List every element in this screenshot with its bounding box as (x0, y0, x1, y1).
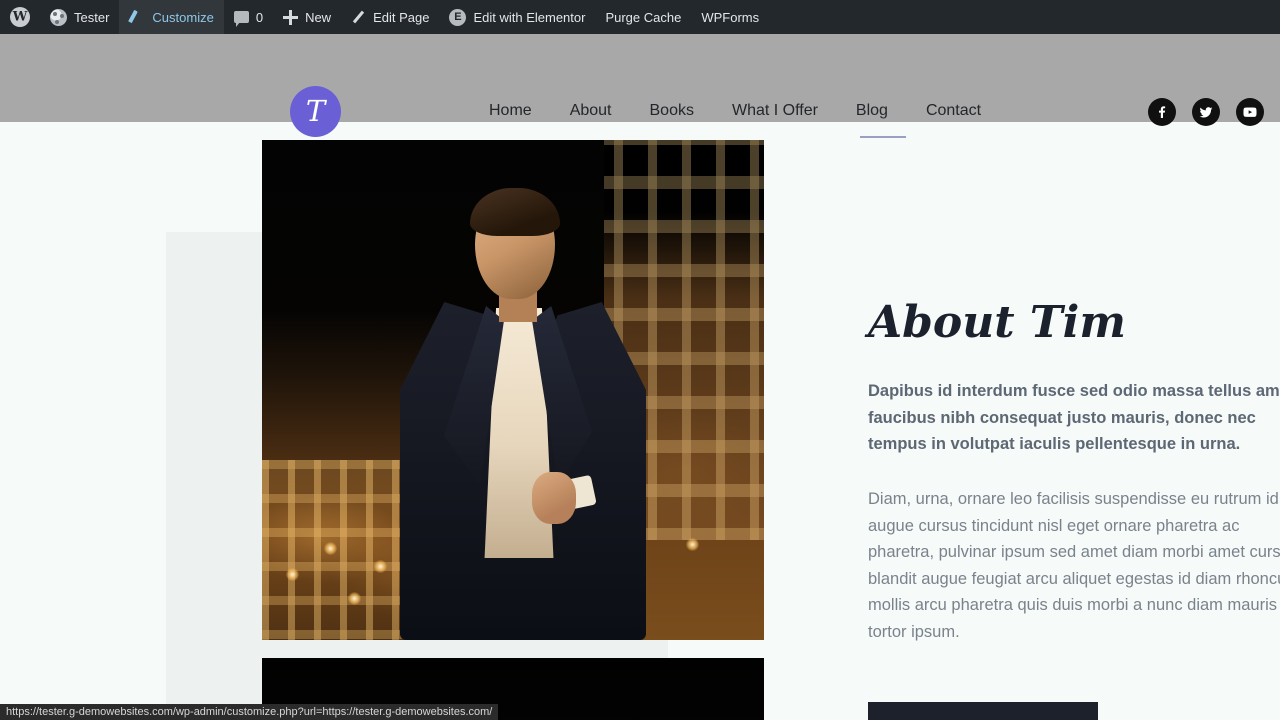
adminbar-site-name-label: Tester (74, 9, 110, 25)
elementor-icon (449, 8, 467, 26)
street-lamp-icon (286, 568, 299, 581)
body-paragraph: Diam, urna, ornare leo facilisis suspend… (868, 490, 1280, 641)
adminbar-item-new[interactable]: New (273, 0, 341, 34)
adminbar-purge-cache-label: Purge Cache (605, 9, 682, 25)
site-icon (50, 8, 67, 26)
street-lamp-icon (324, 542, 337, 555)
social-links (1148, 98, 1264, 126)
nav-item-books[interactable]: Books (631, 96, 713, 126)
main-navigation: Home About Books What I Offer Blog Conta… (470, 96, 1000, 126)
section-divider (860, 136, 906, 138)
wordpress-icon (10, 7, 30, 27)
browser-status-bar: https://tester.g-demowebsites.com/wp-adm… (0, 704, 499, 720)
person-figure (382, 180, 667, 640)
site-header: T Home About Books What I Offer Blog Con… (0, 34, 1280, 137)
site-logo[interactable]: T (290, 86, 341, 137)
adminbar-item-purge-cache[interactable]: Purge Cache (595, 0, 691, 34)
cta-button[interactable] (868, 702, 1098, 720)
twitter-icon[interactable] (1192, 98, 1220, 126)
pencil-icon (351, 10, 366, 25)
street-lamp-icon (348, 592, 361, 605)
adminbar-customize-label: Customize (152, 9, 214, 25)
page-content: About Tim Dapibus id interdum fusce sed … (0, 122, 1280, 720)
brush-icon (129, 9, 145, 25)
adminbar-item-customize[interactable]: Customize (119, 0, 224, 34)
page-title: About Tim (868, 297, 1126, 348)
nav-item-about[interactable]: About (551, 96, 631, 126)
nav-item-what-i-offer[interactable]: What I Offer (713, 96, 837, 126)
nav-item-home[interactable]: Home (470, 96, 551, 126)
wp-admin-bar: Tester Customize 0 New Edit Page Edit wi… (0, 0, 1280, 34)
plus-icon (283, 9, 299, 25)
comment-icon (233, 11, 249, 27)
adminbar-item-edit-page[interactable]: Edit Page (341, 0, 439, 34)
portrait-photo-main (262, 140, 764, 640)
hand (532, 472, 576, 524)
adminbar-item-edit-with-elementor[interactable]: Edit with Elementor (439, 0, 595, 34)
facebook-icon[interactable] (1148, 98, 1176, 126)
adminbar-comments-count: 0 (255, 9, 264, 25)
adminbar-item-comments[interactable]: 0 (224, 0, 273, 34)
adminbar-wpforms-label: WPForms (701, 9, 760, 25)
adminbar-elementor-label: Edit with Elementor (473, 9, 586, 25)
adminbar-item-site-name[interactable]: Tester (40, 0, 119, 34)
adminbar-item-wpforms[interactable]: WPForms (691, 0, 769, 34)
adminbar-item-wp-logo[interactable] (0, 0, 40, 34)
adminbar-edit-page-label: Edit Page (373, 9, 430, 25)
adminbar-new-label: New (305, 9, 332, 25)
youtube-icon[interactable] (1236, 98, 1264, 126)
hair (470, 188, 560, 236)
nav-item-blog[interactable]: Blog (837, 96, 907, 126)
street-lamp-icon (686, 538, 699, 551)
about-section: About Tim Dapibus id interdum fusce sed … (860, 122, 1280, 720)
nav-item-contact[interactable]: Contact (907, 96, 1000, 126)
lead-paragraph: Dapibus id interdum fusce sed odio massa… (868, 382, 1280, 453)
